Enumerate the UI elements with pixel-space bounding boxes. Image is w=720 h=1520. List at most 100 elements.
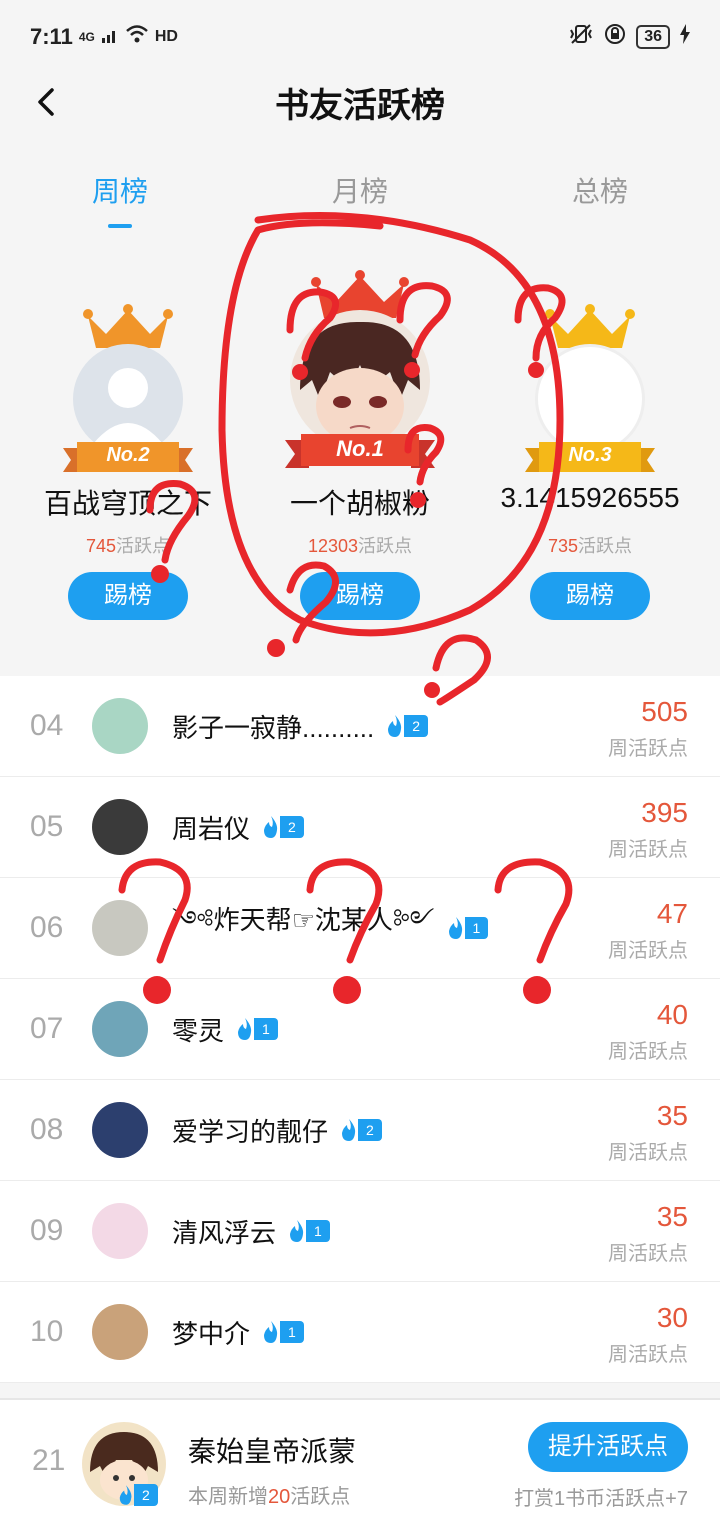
- level-badge: 1: [288, 1220, 330, 1242]
- level-badge: 2: [262, 816, 304, 838]
- rank-number: 04: [30, 709, 64, 742]
- clock: 7:11: [30, 24, 73, 49]
- avatar[interactable]: [92, 1304, 148, 1360]
- level-badge: 2: [386, 715, 429, 737]
- rank-number: 10: [30, 1315, 64, 1348]
- list-item[interactable]: 07 零灵 1 40 周活跃点: [0, 979, 720, 1080]
- list-item[interactable]: 04 影子一寂静.......... 2 505 周活跃点: [0, 676, 720, 777]
- flame-icon: [238, 1018, 252, 1040]
- score-block: 40 周活跃点: [608, 999, 688, 1064]
- rank-badge: No.1: [336, 436, 384, 461]
- charging-icon: [680, 24, 690, 50]
- podium-name: 百战穹顶之下: [43, 488, 212, 519]
- lock-rotation-icon: [604, 23, 626, 51]
- level-badge: 1: [262, 1321, 304, 1343]
- avatar[interactable]: [92, 900, 148, 956]
- podium-second: No.2 百战穹顶之下 745活跃点 踢榜: [8, 232, 248, 662]
- rank-list: 04 影子一寂静.......... 2 505 周活跃点 05 周岩仪 2 39…: [0, 676, 720, 1383]
- flame-icon: [264, 1321, 278, 1343]
- score: 35: [656, 1100, 688, 1131]
- boost-activity-button[interactable]: 提升活跃点: [528, 1422, 688, 1472]
- score-label: 周活跃点: [608, 940, 688, 962]
- user-name: 周岩仪: [172, 813, 251, 844]
- tab-total[interactable]: 总榜: [480, 150, 720, 230]
- score-block: 35 周活跃点: [608, 1100, 688, 1165]
- list-item[interactable]: 10 梦中介 1 30 周活跃点: [0, 1282, 720, 1383]
- score: 40: [656, 999, 688, 1030]
- score-block: 35 周活跃点: [608, 1201, 688, 1266]
- wifi-icon: [125, 24, 149, 50]
- user-name: 梦中介: [172, 1318, 251, 1349]
- my-rank-number: 21: [32, 1444, 66, 1477]
- podium-name: 3.1415926555: [500, 482, 680, 513]
- score-label: 周活跃点: [608, 738, 688, 760]
- my-level-badge: 2: [118, 1484, 158, 1506]
- podium-third: No.3 3.1415926555 735活跃点 踢榜: [470, 232, 710, 662]
- kick-button[interactable]: 踢榜: [530, 572, 650, 620]
- period-tabs: 周榜 月榜 总榜: [0, 150, 720, 230]
- user-name: 爱学习的靓仔: [172, 1116, 329, 1147]
- score-block: 395 周活跃点: [608, 797, 688, 862]
- avatar[interactable]: [92, 698, 148, 754]
- nav-bar: 书友活跃榜: [0, 74, 720, 130]
- my-name: 秦始皇帝派蒙: [188, 1436, 357, 1467]
- rank-ribbon: No.2: [63, 438, 193, 478]
- avatar[interactable]: [92, 1203, 148, 1259]
- rank-number: 06: [30, 911, 64, 944]
- flame-icon: [448, 917, 462, 939]
- podium-name: 一个胡椒粉: [289, 488, 430, 519]
- avatar[interactable]: [290, 310, 430, 450]
- user-name: 影子一寂静..........: [172, 712, 375, 743]
- flame-icon: [290, 1220, 304, 1242]
- tab-monthly[interactable]: 月榜: [240, 150, 480, 230]
- user-name: 零灵: [172, 1015, 225, 1046]
- podium-points: 735活跃点: [547, 536, 633, 556]
- score: 47: [656, 898, 688, 929]
- podium-points: 12303活跃点: [307, 536, 413, 556]
- anime-avatar-icon: [300, 321, 420, 444]
- score: 395: [641, 797, 688, 828]
- avatar[interactable]: [92, 1001, 148, 1057]
- rank-number: 07: [30, 1012, 64, 1045]
- rank-number: 09: [30, 1214, 64, 1247]
- reward-tip: 打赏1书币活跃点+7: [514, 1488, 688, 1510]
- level-badge: 1: [447, 917, 489, 939]
- score-block: 505 周活跃点: [608, 696, 688, 761]
- status-bar: 7:11 4G HD 36: [0, 0, 720, 74]
- avatar[interactable]: [92, 1102, 148, 1158]
- list-item[interactable]: 05 周岩仪 2 395 周活跃点: [0, 777, 720, 878]
- score: 505: [641, 696, 688, 727]
- rank-badge: No.2: [106, 444, 150, 466]
- score-label: 周活跃点: [608, 1142, 688, 1164]
- tab-weekly[interactable]: 周榜: [0, 150, 240, 230]
- rank-ribbon: No.1: [285, 430, 435, 470]
- list-item[interactable]: 06 ༺炸天帮☞沈某人༻ 1 47 周活跃点: [0, 878, 720, 979]
- podium-first: No.1 一个胡椒粉 12303活跃点 踢榜: [240, 232, 480, 662]
- list-item[interactable]: 08 爱学习的靓仔 2 35 周活跃点: [0, 1080, 720, 1181]
- score-label: 周活跃点: [608, 1344, 688, 1366]
- kick-button[interactable]: 踢榜: [300, 572, 420, 620]
- my-rank-bar: 21 2 秦始皇帝派蒙 本周新增20活跃点 提升活跃点 打赏1书币活跃点+7: [0, 1398, 720, 1520]
- battery-indicator: 36: [636, 25, 670, 49]
- flame-icon: [119, 1485, 132, 1505]
- vibrate-icon: [568, 23, 594, 51]
- cell-bars-icon: [101, 24, 119, 50]
- flame-icon: [342, 1119, 356, 1141]
- podium-points: 745活跃点: [85, 536, 171, 556]
- kick-button[interactable]: 踢榜: [68, 572, 188, 620]
- score-label: 周活跃点: [608, 1243, 688, 1265]
- level-badge: 1: [236, 1018, 278, 1040]
- score-block: 47 周活跃点: [608, 898, 688, 963]
- page-title: 书友活跃榜: [275, 87, 445, 125]
- score: 30: [656, 1302, 688, 1333]
- hd-icon: HD: [154, 28, 178, 45]
- my-weekly-gain: 本周新增20活跃点: [188, 1486, 351, 1508]
- signal-icon: 4G: [78, 30, 95, 44]
- rank-number: 05: [30, 810, 64, 843]
- rank-ribbon: No.3: [525, 438, 655, 478]
- avatar[interactable]: [92, 799, 148, 855]
- list-item[interactable]: 09 清风浮云 1 35 周活跃点: [0, 1181, 720, 1282]
- user-name: 清风浮云: [172, 1217, 277, 1248]
- score-block: 30 周活跃点: [608, 1302, 688, 1367]
- user-name: ༺炸天帮☞沈某人༻: [172, 904, 435, 935]
